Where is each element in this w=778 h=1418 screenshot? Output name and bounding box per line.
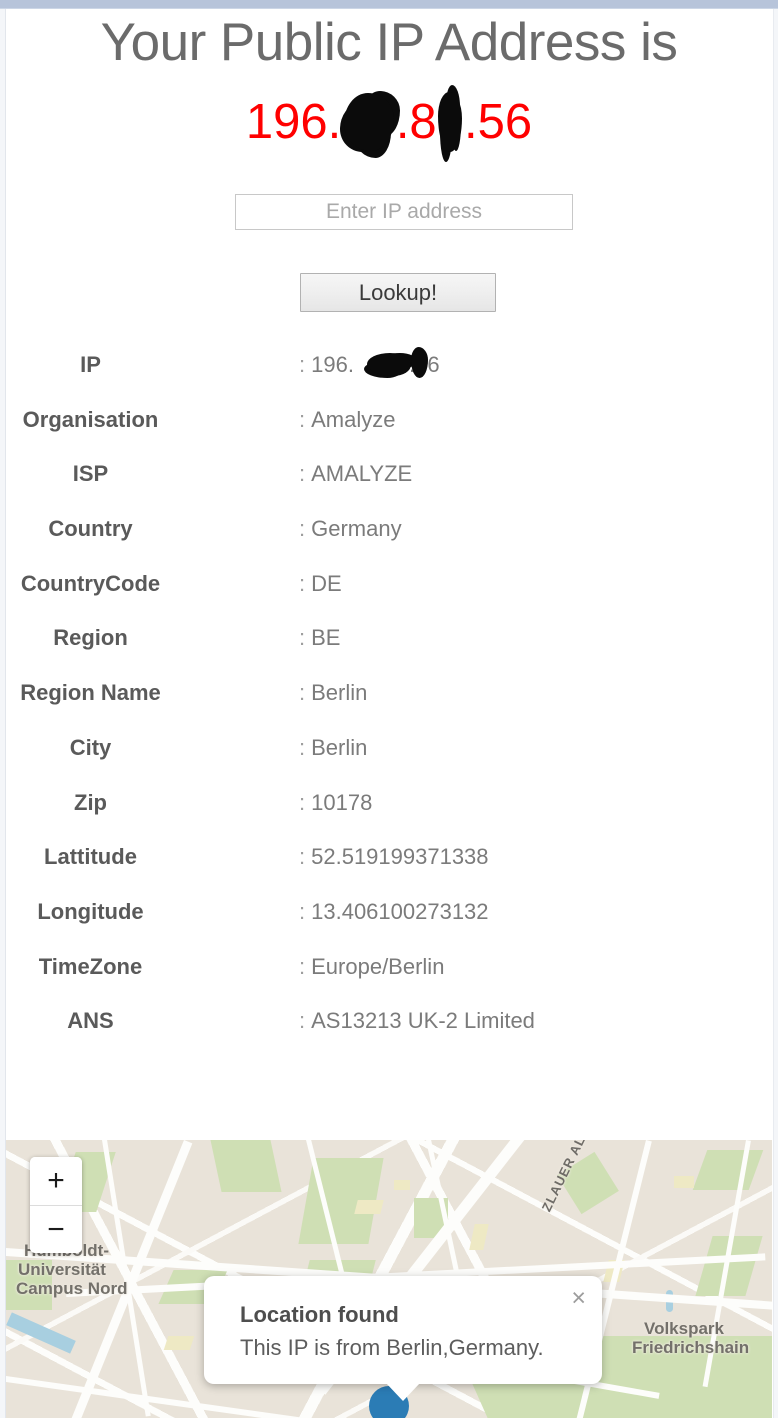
detail-value-text: BE xyxy=(311,625,341,651)
detail-colon: : xyxy=(299,680,306,706)
detail-label: TimeZone xyxy=(38,953,143,979)
close-icon[interactable]: × xyxy=(571,1286,586,1311)
detail-label: CountryCode xyxy=(20,570,161,596)
detail-value: : Berlin xyxy=(181,680,778,706)
detail-value: : BE xyxy=(181,625,778,651)
detail-label: IP xyxy=(80,352,101,377)
map-building xyxy=(354,1200,384,1214)
map-location-popup: Location found This IP is from Berlin,Ge… xyxy=(204,1276,602,1384)
detail-value: : Amalyze xyxy=(181,407,778,433)
detail-label: Lattitude xyxy=(44,844,137,870)
detail-colon: : xyxy=(299,516,306,542)
table-row: Longitude:13.406100273132 xyxy=(0,899,778,954)
public-ip-display: 196.00.80.56 xyxy=(0,93,778,151)
map-label-volkspark-line2: Friedrichshain xyxy=(632,1338,750,1357)
detail-value: :10178 xyxy=(181,790,778,816)
detail-colon: : xyxy=(299,953,306,979)
ip-redaction-blob xyxy=(367,353,412,376)
detail-colon: : xyxy=(299,625,306,651)
map-building xyxy=(674,1176,694,1188)
public-ip-suffix: .56 xyxy=(463,95,533,149)
page-title: Your Public IP Address is xyxy=(100,13,678,72)
detail-value: : AS13213 UK-2 Limited xyxy=(181,1008,778,1034)
table-row: Zip:10178 xyxy=(0,790,778,845)
popup-title: Location found xyxy=(240,1302,399,1327)
zoom-out-button[interactable]: − xyxy=(30,1205,82,1253)
map-building xyxy=(163,1336,195,1350)
detail-label: ANS xyxy=(67,1008,114,1034)
detail-value-text: Amalyze xyxy=(311,406,396,432)
map-label-humboldt-line3: Campus Nord xyxy=(16,1279,128,1298)
table-row: Country: Germany xyxy=(0,516,778,571)
detail-colon: : xyxy=(299,352,306,377)
detail-value-text: Berlin xyxy=(311,680,368,706)
ip-redaction-blob xyxy=(411,347,429,378)
detail-value-text: 52.519199371338 xyxy=(311,844,489,870)
public-ip-redaction-2: 0 xyxy=(437,93,464,151)
detail-colon: : xyxy=(299,570,306,596)
detail-value: :52.519199371338 xyxy=(181,844,778,870)
table-row: ANS: AS13213 UK-2 Limited xyxy=(0,1008,778,1063)
map-label-humboldt-line2: Universität xyxy=(18,1260,106,1279)
detail-label: City xyxy=(69,734,112,760)
detail-value-text: Europe/Berlin xyxy=(311,953,445,979)
table-row: Region: BE xyxy=(0,625,778,680)
detail-colon: : xyxy=(299,461,306,487)
detail-value-text: Germany xyxy=(311,516,402,542)
detail-value: : DE xyxy=(181,571,778,597)
window-top-band xyxy=(0,0,778,9)
detail-label: Zip xyxy=(74,789,107,815)
table-row: Lattitude:52.519199371338 xyxy=(0,844,778,899)
map-park-area xyxy=(210,1140,282,1192)
table-row: CountryCode: DE xyxy=(0,571,778,626)
ip-search-input[interactable] xyxy=(235,194,573,230)
map-zoom-controls: + − xyxy=(30,1157,82,1253)
detail-value-text: DE xyxy=(311,570,342,596)
detail-colon: : xyxy=(299,898,306,924)
detail-label: Organisation xyxy=(22,406,159,432)
ip-lookup-page: Your Public IP Address is 196.00.80.56 L… xyxy=(0,0,778,1418)
table-row: IP:196. .8 .56 xyxy=(0,347,778,407)
map-label-volkspark-line1: Volkspark xyxy=(644,1319,725,1338)
popup-description: This IP is from Berlin,Germany. xyxy=(240,1335,544,1360)
table-row: Region Name: Berlin xyxy=(0,680,778,735)
detail-value-text: AMALYZE xyxy=(311,461,413,487)
table-row: Organisation: Amalyze xyxy=(0,407,778,462)
detail-colon: : xyxy=(299,406,306,432)
detail-value: :196. .8 .56 xyxy=(181,347,778,378)
detail-label: Country xyxy=(48,516,133,542)
detail-value: : Berlin xyxy=(181,735,778,761)
detail-label: Region Name xyxy=(20,680,161,706)
detail-label: Longitude xyxy=(37,898,144,924)
detail-value-text: 13.406100273132 xyxy=(311,898,489,924)
public-ip-mid: .8 xyxy=(395,95,437,149)
detail-value: : Europe/Berlin xyxy=(181,954,778,980)
table-row: ISP: AMALYZE xyxy=(0,461,778,516)
detail-value: :13.406100273132 xyxy=(181,899,778,925)
detail-value-text: Berlin xyxy=(311,734,368,760)
detail-colon: : xyxy=(299,789,306,815)
detail-value-text: AS13213 UK-2 Limited xyxy=(311,1008,535,1034)
table-row: TimeZone: Europe/Berlin xyxy=(0,954,778,1009)
detail-value: : AMALYZE xyxy=(181,461,778,487)
public-ip-redaction-1: 00 xyxy=(341,93,396,151)
detail-value-text: 10178 xyxy=(311,789,373,815)
public-ip-prefix: 196. xyxy=(245,95,342,149)
detail-label: ISP xyxy=(72,461,109,487)
ip-details-table: IP:196. .8 .56Organisation:AmalyzeISP:AM… xyxy=(0,347,778,1063)
table-row: City: Berlin xyxy=(0,735,778,790)
detail-colon: : xyxy=(299,734,306,760)
detail-colon: : xyxy=(299,844,306,870)
detail-value-text: 196. .8 .56 xyxy=(311,347,440,378)
map-building xyxy=(394,1180,410,1190)
lookup-button[interactable]: Lookup! xyxy=(300,273,496,312)
zoom-in-button[interactable]: + xyxy=(30,1157,82,1205)
detail-value: : Germany xyxy=(181,516,778,542)
detail-colon: : xyxy=(299,1008,306,1034)
detail-label: Region xyxy=(53,625,128,651)
